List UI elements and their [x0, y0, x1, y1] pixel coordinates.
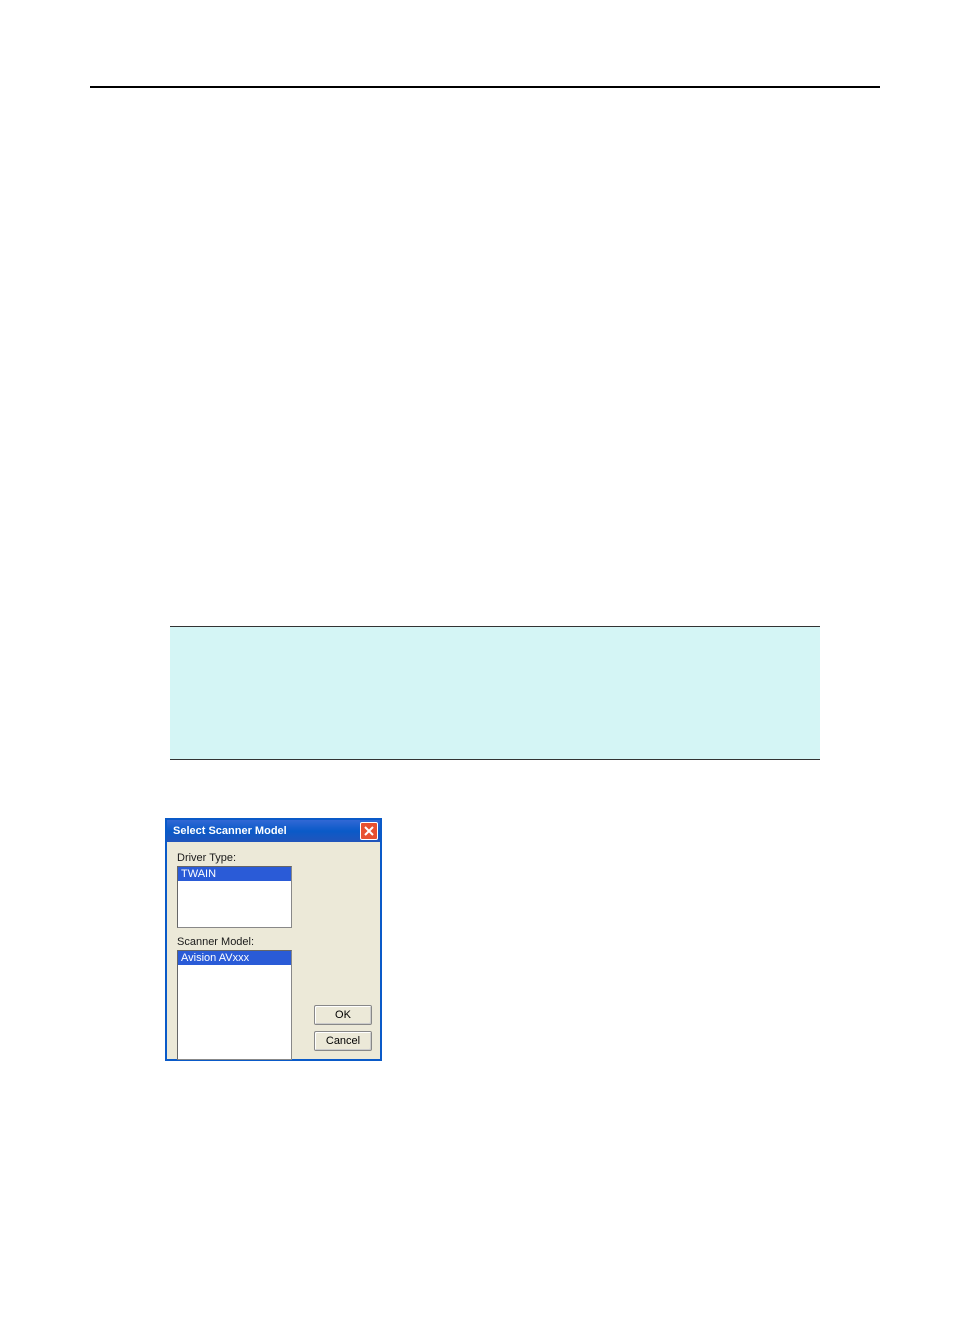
info-highlight-box: [170, 626, 820, 760]
dialog-titlebar[interactable]: Select Scanner Model: [167, 820, 380, 842]
select-scanner-dialog: Select Scanner Model Driver Type: TWAIN …: [165, 818, 382, 1061]
scanner-model-listbox[interactable]: Avision AVxxx: [177, 950, 292, 1060]
scanner-model-label: Scanner Model:: [177, 936, 370, 948]
cancel-button[interactable]: Cancel: [314, 1031, 372, 1051]
driver-type-listbox[interactable]: TWAIN: [177, 866, 292, 928]
dialog-body: Driver Type: TWAIN Scanner Model: Avisio…: [167, 842, 380, 1059]
list-item[interactable]: Avision AVxxx: [178, 951, 291, 965]
list-item[interactable]: TWAIN: [178, 867, 291, 881]
dialog-title: Select Scanner Model: [173, 825, 287, 837]
ok-button[interactable]: OK: [314, 1005, 372, 1025]
close-icon[interactable]: [360, 822, 378, 840]
driver-type-label: Driver Type:: [177, 852, 370, 864]
horizontal-divider: [90, 86, 880, 88]
dialog-button-group: OK Cancel: [314, 1005, 372, 1051]
